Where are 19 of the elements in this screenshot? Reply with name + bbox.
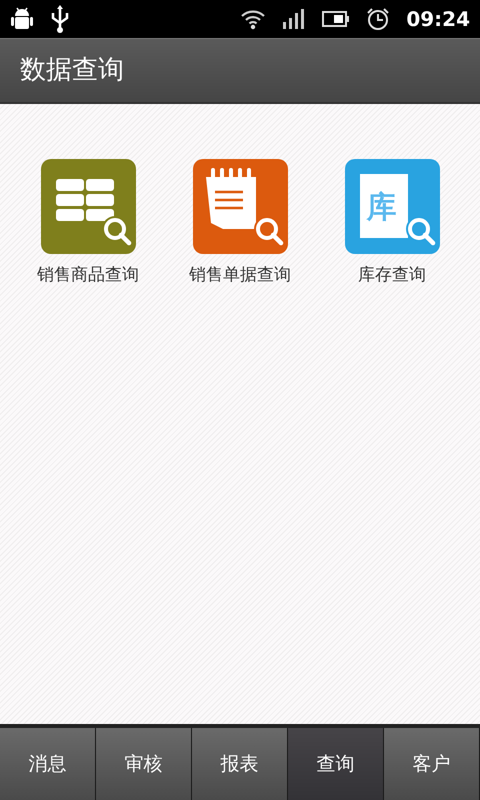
- alarm-icon: [366, 7, 390, 31]
- search-tile-icon[interactable]: [40, 159, 136, 254]
- icon-glyph: 库: [366, 189, 396, 227]
- tile-label: 销售单据查询: [189, 264, 291, 287]
- tab[interactable]: 报表: [192, 728, 288, 800]
- tab[interactable]: 消息: [0, 728, 96, 800]
- usb-icon: [50, 5, 70, 33]
- battery-icon: [322, 11, 350, 27]
- signal-icon: [282, 8, 306, 30]
- tile-label: 库存查询: [358, 264, 426, 287]
- screen-title: 数据查询: [20, 54, 124, 87]
- wifi-icon: [240, 8, 266, 30]
- android-icon: [10, 6, 34, 32]
- clock-time: 09:24: [406, 6, 470, 33]
- tab[interactable]: 审核: [96, 728, 192, 800]
- search-tile-icon[interactable]: [192, 159, 288, 254]
- tab[interactable]: 查询: [288, 728, 384, 800]
- tile-label: 销售商品查询: [37, 264, 139, 287]
- tab[interactable]: 客户: [384, 728, 480, 800]
